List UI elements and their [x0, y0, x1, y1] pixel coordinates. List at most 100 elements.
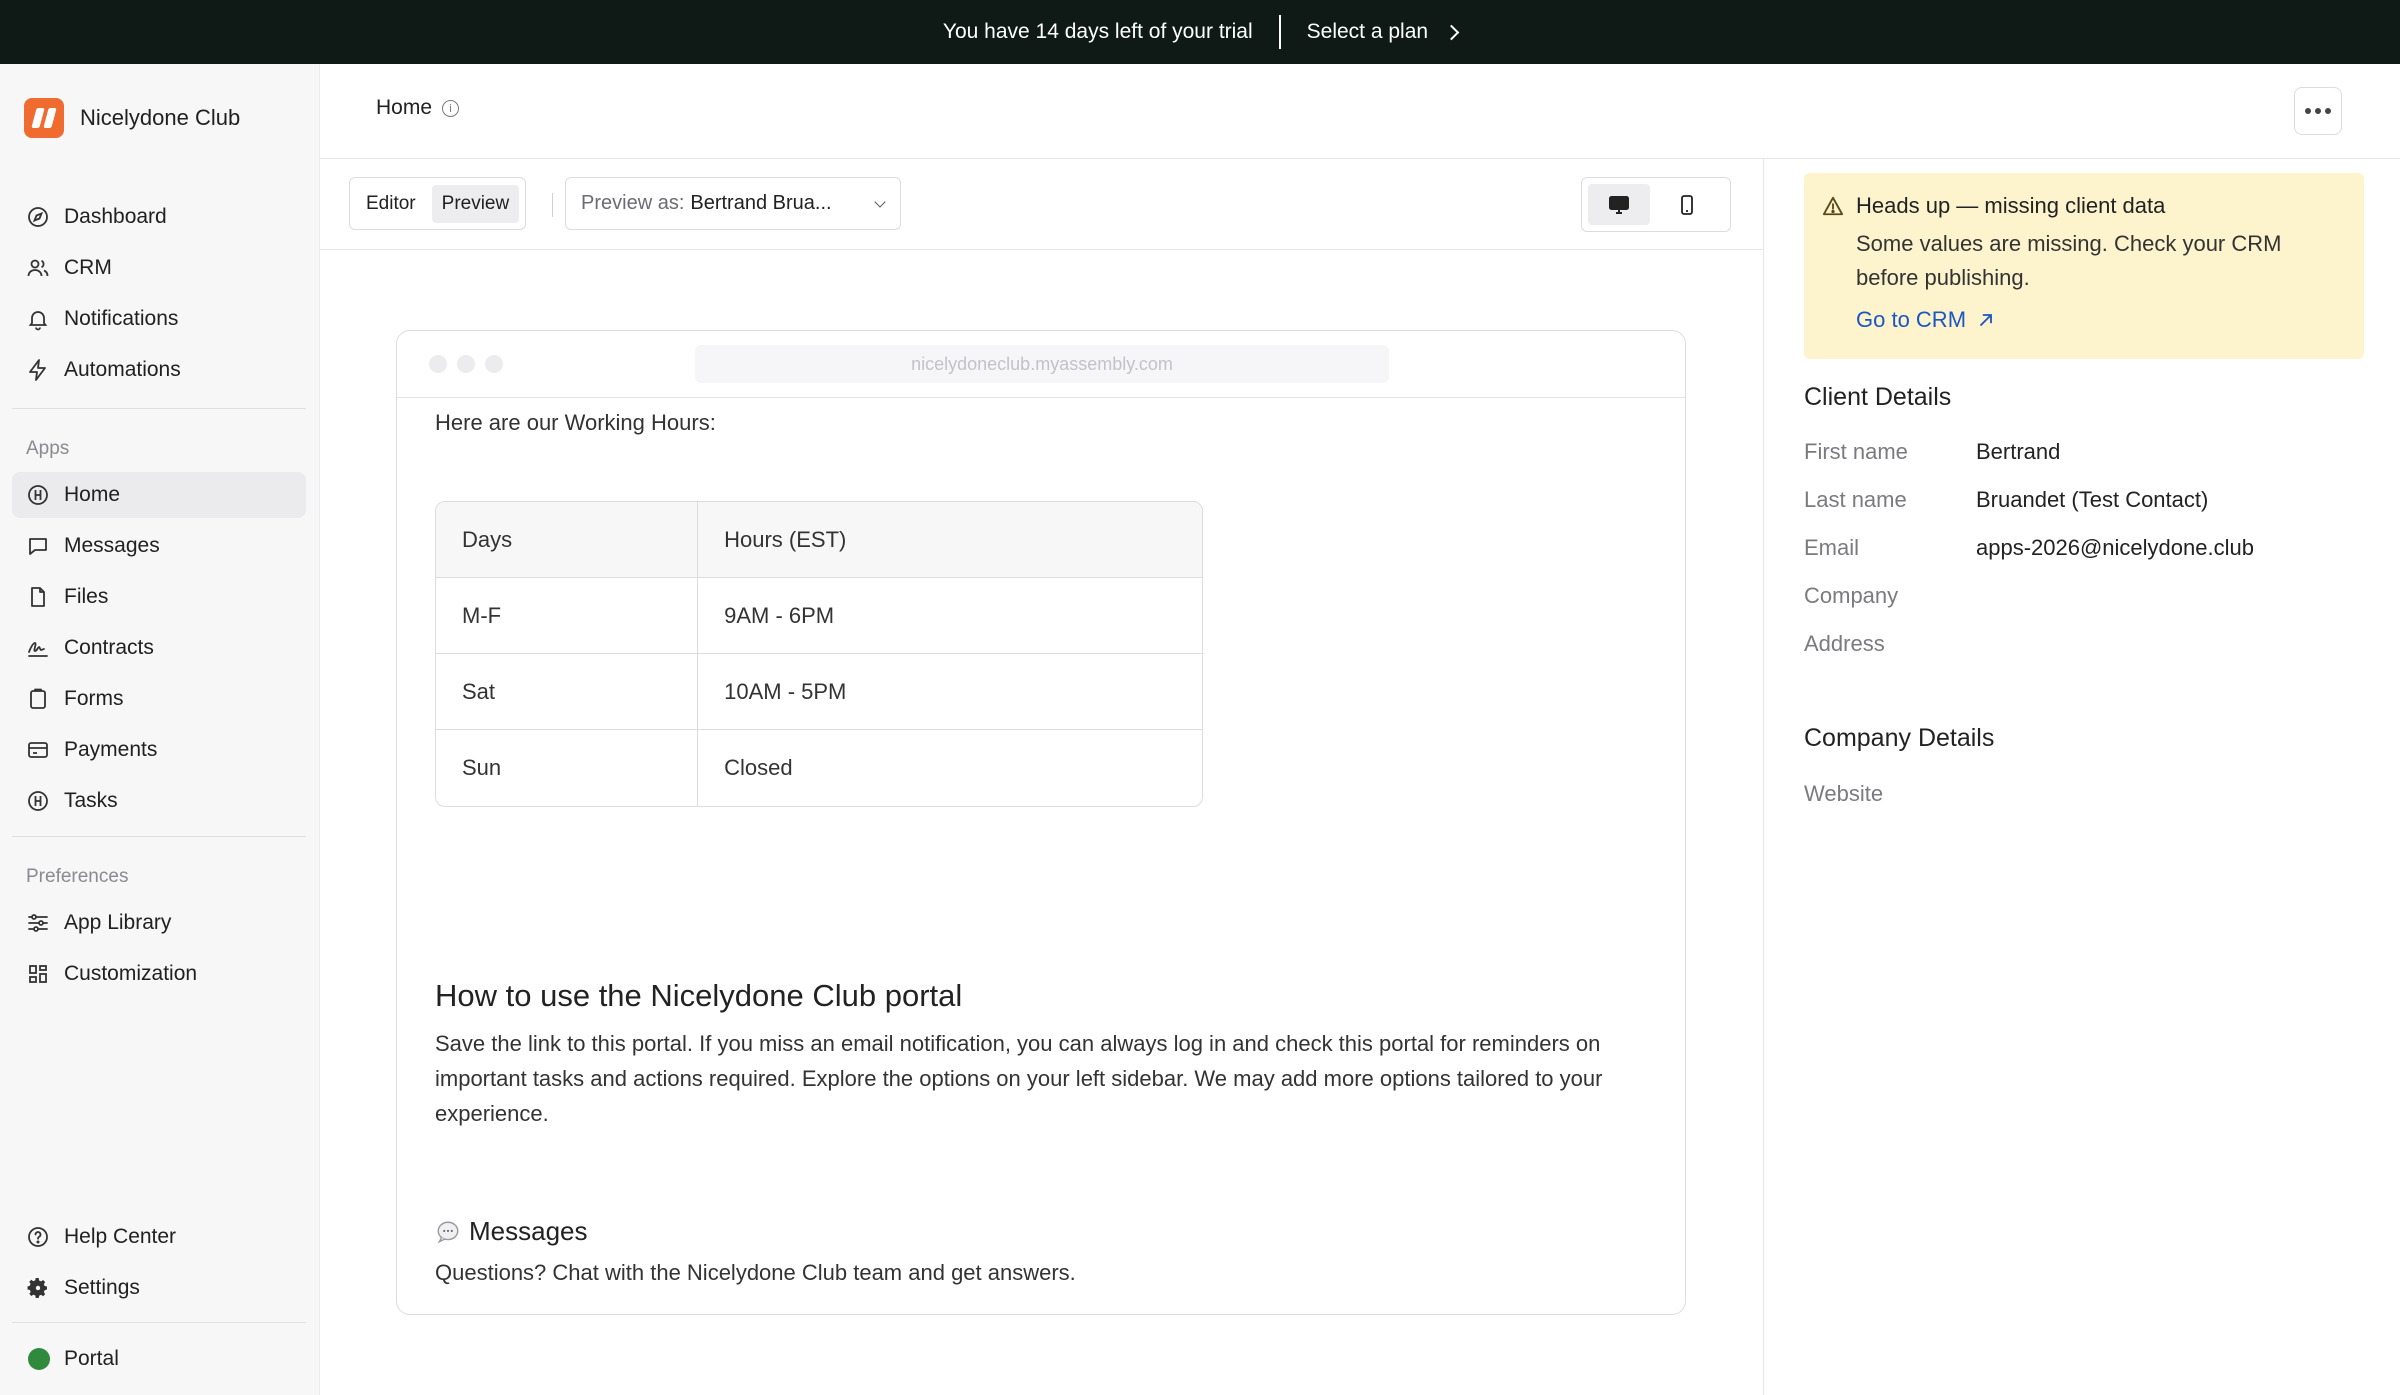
table-cell: Sun: [436, 730, 699, 806]
detail-value: Bertrand: [1976, 439, 2061, 464]
bell-icon: [28, 311, 48, 331]
table-row: Sun Closed: [436, 730, 1202, 806]
table-row: Sat 10AM - 5PM: [436, 654, 1202, 730]
detail-label: Company: [1804, 583, 1899, 608]
messages-heading: Messages: [435, 1216, 588, 1247]
apps-nav: Home Messages Files Contracts Forms Paym…: [12, 472, 306, 829]
warning-icon: [1822, 196, 1844, 216]
sidebar-item-label: Messages: [64, 534, 160, 557]
workspace-logo: [24, 98, 64, 138]
sidebar-item-tasks[interactable]: Tasks: [12, 778, 306, 824]
alert-title: Heads up — missing client data: [1856, 193, 2166, 218]
detail-row: Email apps-2026@nicelydone.club: [1804, 535, 2254, 561]
gear-icon: [27, 1278, 47, 1298]
compass-icon: [28, 207, 48, 227]
chevron-down-icon: [874, 196, 886, 208]
workspace-switcher[interactable]: Nicelydone Club: [24, 98, 240, 138]
toolbar-separator: [552, 193, 553, 217]
detail-value: apps-2026@nicelydone.club: [1976, 535, 2254, 560]
table-cell: Closed: [724, 755, 793, 780]
signature-icon: [28, 642, 48, 657]
sidebar-item-settings[interactable]: Settings: [12, 1265, 306, 1311]
table-header-row: Days Hours (EST): [436, 502, 1202, 578]
sidebar-item-label: Forms: [64, 687, 124, 710]
preview-toolbar: Editor Preview Preview as: Bertrand Brua…: [320, 159, 1764, 250]
sliders-icon: [28, 914, 48, 932]
portal-status-dot: [28, 1348, 50, 1370]
sidebar-item-dashboard[interactable]: Dashboard: [12, 194, 306, 240]
browser-frame: nicelydoneclub.myassembly.com Here are o…: [396, 330, 1686, 1315]
detail-row: Address: [1804, 631, 1976, 657]
breadcrumb: Home i: [376, 96, 460, 120]
client-details-title: Client Details: [1804, 383, 1952, 411]
portal-nav: Portal: [12, 1336, 306, 1387]
main-nav: Dashboard CRM Notifications Automations: [12, 194, 306, 398]
sidebar-item-help-center[interactable]: Help Center: [12, 1214, 306, 1260]
sidebar-item-label: Contracts: [64, 636, 154, 659]
mode-toggle: Editor Preview: [349, 177, 527, 230]
speech-bubble-icon: [437, 1221, 459, 1243]
working-hours-table: Days Hours (EST) M-F 9AM - 6PM Sat 10AM …: [435, 501, 1203, 807]
preview-as-label: Preview as:: [581, 192, 685, 214]
sidebar-item-forms[interactable]: Forms: [12, 676, 306, 722]
sidebar-item-label: Tasks: [64, 789, 118, 812]
sidebar: Nicelydone Club Dashboard CRM Notificati…: [0, 64, 320, 1395]
workspace-name: Nicelydone Club: [80, 105, 241, 130]
bottom-nav: Help Center Settings: [12, 1214, 306, 1316]
editor-tab[interactable]: Editor: [356, 185, 426, 223]
table-cell: 9AM - 6PM: [698, 578, 1202, 654]
page-header: Home i: [320, 64, 2400, 159]
details-panel: Heads up — missing client data Some valu…: [1763, 159, 2400, 1395]
sidebar-item-label: Files: [64, 585, 109, 608]
table-cell: M-F: [436, 578, 699, 654]
sidebar-item-contracts[interactable]: Contracts: [12, 625, 306, 671]
detail-row: Company: [1804, 583, 1976, 609]
portal-heading: How to use the Nicelydone Club portal: [435, 978, 963, 1013]
sidebar-item-payments[interactable]: Payments: [12, 727, 306, 773]
sidebar-item-notifications[interactable]: Notifications: [12, 296, 306, 342]
preview-as-value: Bertrand Brua...: [690, 192, 832, 214]
preview-as-select[interactable]: Preview as: Bertrand Brua...: [565, 177, 901, 230]
dot: [2305, 108, 2311, 114]
sidebar-item-customization[interactable]: Customization: [12, 951, 306, 997]
sidebar-item-label: Customization: [64, 962, 198, 985]
sidebar-item-label: App Library: [64, 911, 172, 934]
users-icon: [27, 259, 49, 277]
mobile-view-button[interactable]: [1656, 184, 1718, 225]
table-header: Days: [436, 502, 699, 578]
detail-label: Email: [1804, 535, 1860, 560]
info-icon[interactable]: i: [442, 99, 460, 117]
desktop-view-button[interactable]: [1588, 184, 1650, 225]
portal-link[interactable]: Portal: [12, 1336, 306, 1382]
sidebar-item-label: Notifications: [64, 307, 179, 330]
go-to-crm-link[interactable]: Go to CRM: [1856, 307, 2364, 333]
sidebar-item-automations[interactable]: Automations: [12, 347, 306, 393]
chevron-right-icon: [1443, 24, 1460, 40]
grid-icon: [29, 965, 47, 983]
detail-label: Address: [1804, 631, 1885, 656]
select-plan-link[interactable]: Select a plan: [1307, 20, 1460, 44]
help-icon: [28, 1227, 48, 1247]
file-icon: [31, 587, 45, 607]
preferences-nav: App Library Customization: [12, 900, 306, 1002]
intro-text: Here are our Working Hours:: [435, 410, 716, 435]
sidebar-item-crm[interactable]: CRM: [12, 245, 306, 291]
go-to-crm-label: Go to CRM: [1856, 307, 1967, 332]
sidebar-item-label: Help Center: [64, 1225, 177, 1248]
sidebar-item-messages[interactable]: Messages: [12, 523, 306, 569]
preview-tab[interactable]: Preview: [431, 184, 520, 223]
dot: [2315, 108, 2321, 114]
sidebar-item-files[interactable]: Files: [12, 574, 306, 620]
table-row: M-F 9AM - 6PM: [436, 578, 1202, 654]
table-cell: 10AM - 5PM: [698, 654, 1202, 730]
table-cell: Sat: [436, 654, 699, 730]
sidebar-item-app-library[interactable]: App Library: [12, 900, 306, 946]
table-header: Hours (EST): [698, 502, 1202, 578]
sidebar-item-home[interactable]: Home: [12, 472, 306, 518]
sidebar-item-label: Payments: [64, 738, 158, 761]
portal-label: Portal: [64, 1347, 119, 1370]
detail-label: Website: [1804, 781, 1884, 806]
device-toggle: [1581, 177, 1731, 232]
window-dots: [429, 355, 503, 373]
more-options-button[interactable]: [2294, 87, 2342, 135]
